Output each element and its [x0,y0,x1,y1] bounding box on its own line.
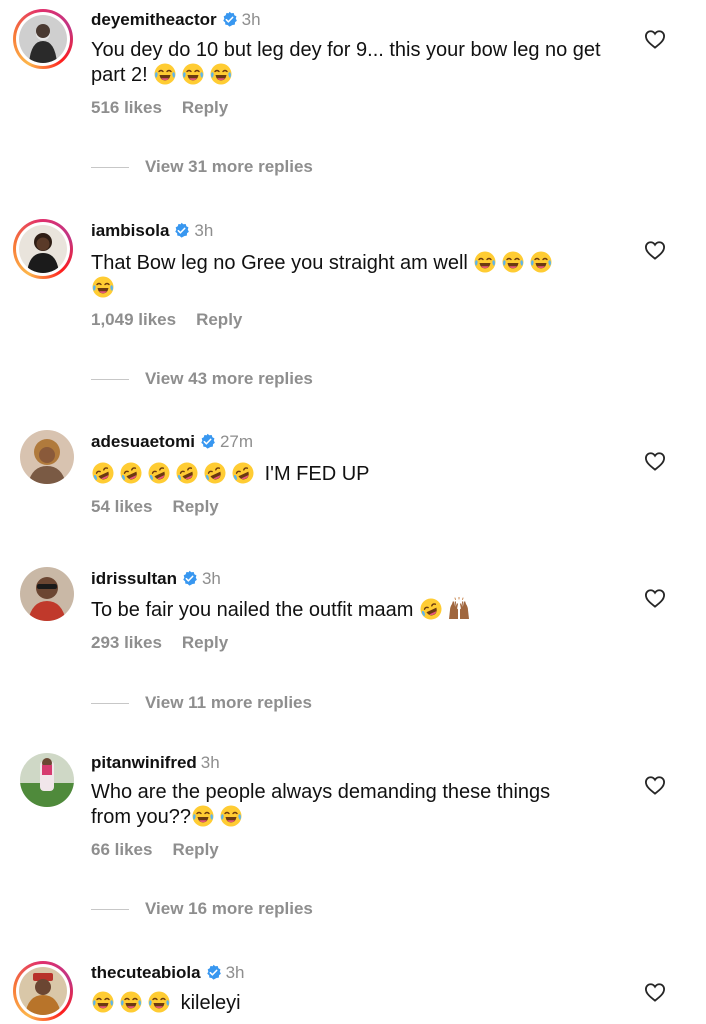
likes-count[interactable]: 516 likes [91,98,162,117]
face-with-tears-of-joy-icon [473,250,497,274]
likes-count[interactable]: 293 likes [91,633,162,652]
verified-badge-icon [173,222,190,239]
raising-hands-icon [447,597,471,621]
face-with-tears-of-joy-icon [529,250,553,274]
avatar[interactable] [13,219,73,279]
verified-badge-icon [181,570,198,587]
view-replies-button[interactable]: View 11 more replies [91,693,312,713]
like-heart-icon[interactable] [644,775,666,795]
username[interactable]: pitanwinifred [91,753,197,772]
verified-badge-icon [221,11,238,28]
reply-button[interactable]: Reply [172,497,218,516]
username[interactable]: iambisola [91,221,169,240]
face-with-tears-of-joy-icon [147,990,171,1014]
timestamp: 3h [200,753,220,772]
username[interactable]: thecuteabiola [91,963,201,982]
rolling-on-floor-laughing-icon [203,461,227,485]
likes-count[interactable]: 1,049 likes [91,310,176,329]
verified-badge-icon [205,964,222,981]
face-with-tears-of-joy-icon [119,990,143,1014]
view-replies-button[interactable]: View 43 more replies [91,369,313,389]
face-with-tears-of-joy-icon [91,990,115,1014]
view-replies-button[interactable]: View 31 more replies [91,157,313,177]
avatar[interactable] [13,9,73,69]
like-heart-icon[interactable] [644,588,666,608]
username[interactable]: deyemitheactor [91,10,217,29]
face-with-tears-of-joy-icon [153,62,177,86]
username[interactable]: idrissultan [91,569,177,588]
timestamp: 27m [219,432,254,451]
timestamp: 3h [225,963,245,982]
divider-line [91,909,129,911]
comment-text: To be fair you nailed the outfit maam [91,597,611,622]
avatar[interactable] [20,567,74,621]
reply-button[interactable]: Reply [182,633,228,652]
comment-text: I'M FED UP [91,461,611,486]
view-replies-button[interactable]: View 16 more replies [91,899,313,919]
face-with-tears-of-joy-icon [91,275,115,299]
like-heart-icon[interactable] [644,982,666,1002]
reply-button[interactable]: Reply [172,840,218,859]
reply-button[interactable]: Reply [196,310,242,329]
avatar[interactable] [20,753,74,807]
rolling-on-floor-laughing-icon [175,461,199,485]
verified-badge-icon [199,433,216,450]
comment-text: Who are the people always demanding thes… [91,781,551,828]
face-with-tears-of-joy-icon [209,62,233,86]
face-with-tears-of-joy-icon [219,804,243,828]
divider-line [91,379,129,381]
reply-button[interactable]: Reply [182,98,228,117]
face-with-tears-of-joy-icon [501,250,525,274]
face-with-tears-of-joy-icon [191,804,215,828]
divider-line [91,167,129,169]
rolling-on-floor-laughing-icon [147,461,171,485]
timestamp: 3h [194,221,214,240]
username[interactable]: adesuaetomi [91,432,195,451]
rolling-on-floor-laughing-icon [231,461,255,485]
rolling-on-floor-laughing-icon [119,461,143,485]
timestamp: 3h [201,569,221,588]
rolling-on-floor-laughing-icon [91,461,115,485]
divider-line [91,703,129,705]
face-with-tears-of-joy-icon [181,62,205,86]
likes-count[interactable]: 66 likes [91,840,152,859]
like-heart-icon[interactable] [644,29,666,49]
comment-text: You dey do 10 but leg dey for 9... this … [91,39,601,86]
like-heart-icon[interactable] [644,240,666,260]
comment-text: kileleyi [91,990,611,1015]
timestamp: 3h [241,10,261,29]
like-heart-icon[interactable] [644,451,666,471]
likes-count[interactable]: 54 likes [91,497,152,516]
comment-text: That Bow leg no Gree you straight am wel… [91,250,591,300]
avatar[interactable] [20,430,74,484]
avatar[interactable] [13,961,73,1021]
rolling-on-floor-laughing-icon [419,597,443,621]
